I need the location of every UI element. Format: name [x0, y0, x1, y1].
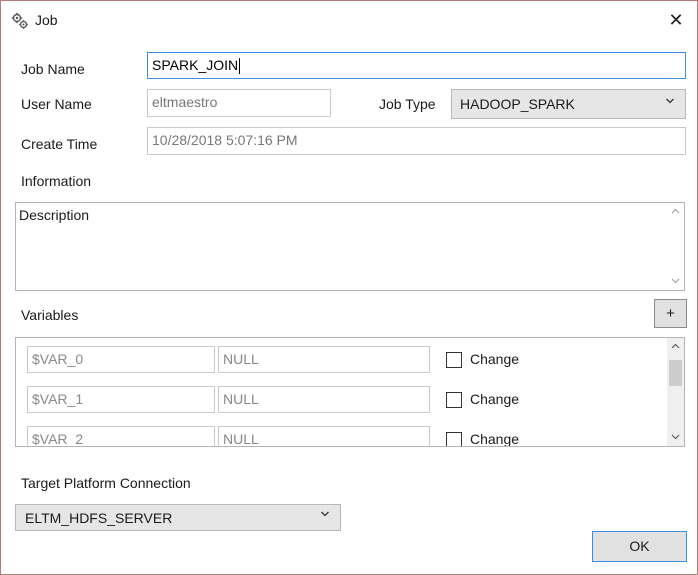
user-name-label: User Name [21, 96, 92, 112]
scroll-up-icon[interactable] [667, 338, 684, 355]
chevron-down-icon [320, 509, 330, 522]
create-time-value: 10/28/2018 5:07:16 PM [152, 132, 298, 148]
job-type-dropdown[interactable]: HADOOP_SPARK [451, 89, 686, 119]
text-caret [239, 58, 241, 75]
job-name-input[interactable]: SPARK_JOIN [147, 52, 686, 79]
target-platform-label: Target Platform Connection [21, 475, 191, 491]
user-name-value: eltmaestro [152, 94, 218, 110]
scroll-up-icon[interactable] [667, 203, 684, 220]
add-variable-button[interactable]: + [654, 299, 687, 328]
scroll-down-icon[interactable] [667, 429, 684, 446]
variable-value-field[interactable]: NULL [218, 346, 430, 373]
job-type-label: Job Type [379, 96, 436, 112]
change-checkbox[interactable] [446, 352, 462, 368]
create-time-label: Create Time [21, 136, 98, 152]
change-label[interactable]: Change [470, 351, 519, 367]
change-checkbox[interactable] [446, 432, 462, 446]
description-scrollbar[interactable] [667, 203, 684, 290]
job-dialog: Job ✕ Job Name SPARK_JOIN User Name eltm… [0, 0, 698, 575]
target-platform-value: ELTM_HDFS_SERVER [25, 510, 173, 526]
chevron-down-icon [665, 96, 675, 109]
variables-scrollbar[interactable] [667, 338, 684, 446]
user-name-field[interactable]: eltmaestro [147, 89, 331, 117]
change-checkbox[interactable] [446, 392, 462, 408]
variable-row: $VAR_2 NULL Change [16, 426, 656, 446]
ok-button[interactable]: OK [592, 531, 687, 562]
variables-label: Variables [21, 307, 79, 323]
variable-value-field[interactable]: NULL [218, 386, 430, 413]
scroll-down-icon[interactable] [667, 273, 684, 290]
variable-value-field[interactable]: NULL [218, 426, 430, 446]
job-type-value: HADOOP_SPARK [460, 96, 575, 112]
window-title: Job [35, 12, 58, 28]
job-name-value: SPARK_JOIN [152, 57, 239, 73]
gears-icon [11, 12, 29, 30]
variable-name-field[interactable]: $VAR_2 [27, 426, 215, 446]
change-label[interactable]: Change [470, 391, 519, 407]
close-icon[interactable]: ✕ [661, 7, 691, 33]
variable-row: $VAR_1 NULL Change [16, 386, 656, 416]
description-textarea[interactable]: Description [15, 202, 685, 291]
description-text: Description [19, 207, 90, 223]
job-name-label: Job Name [21, 61, 85, 77]
target-platform-dropdown[interactable]: ELTM_HDFS_SERVER [15, 504, 341, 531]
variable-name-field[interactable]: $VAR_1 [27, 386, 215, 413]
title-bar: Job ✕ [1, 1, 697, 39]
variable-name-field[interactable]: $VAR_0 [27, 346, 215, 373]
variables-list: $VAR_0 NULL Change $VAR_1 NULL Change $V… [15, 337, 685, 447]
variable-row: $VAR_0 NULL Change [16, 346, 656, 376]
information-label: Information [21, 173, 92, 189]
create-time-field[interactable]: 10/28/2018 5:07:16 PM [147, 127, 686, 155]
scroll-thumb[interactable] [669, 360, 682, 386]
change-label[interactable]: Change [470, 431, 519, 446]
